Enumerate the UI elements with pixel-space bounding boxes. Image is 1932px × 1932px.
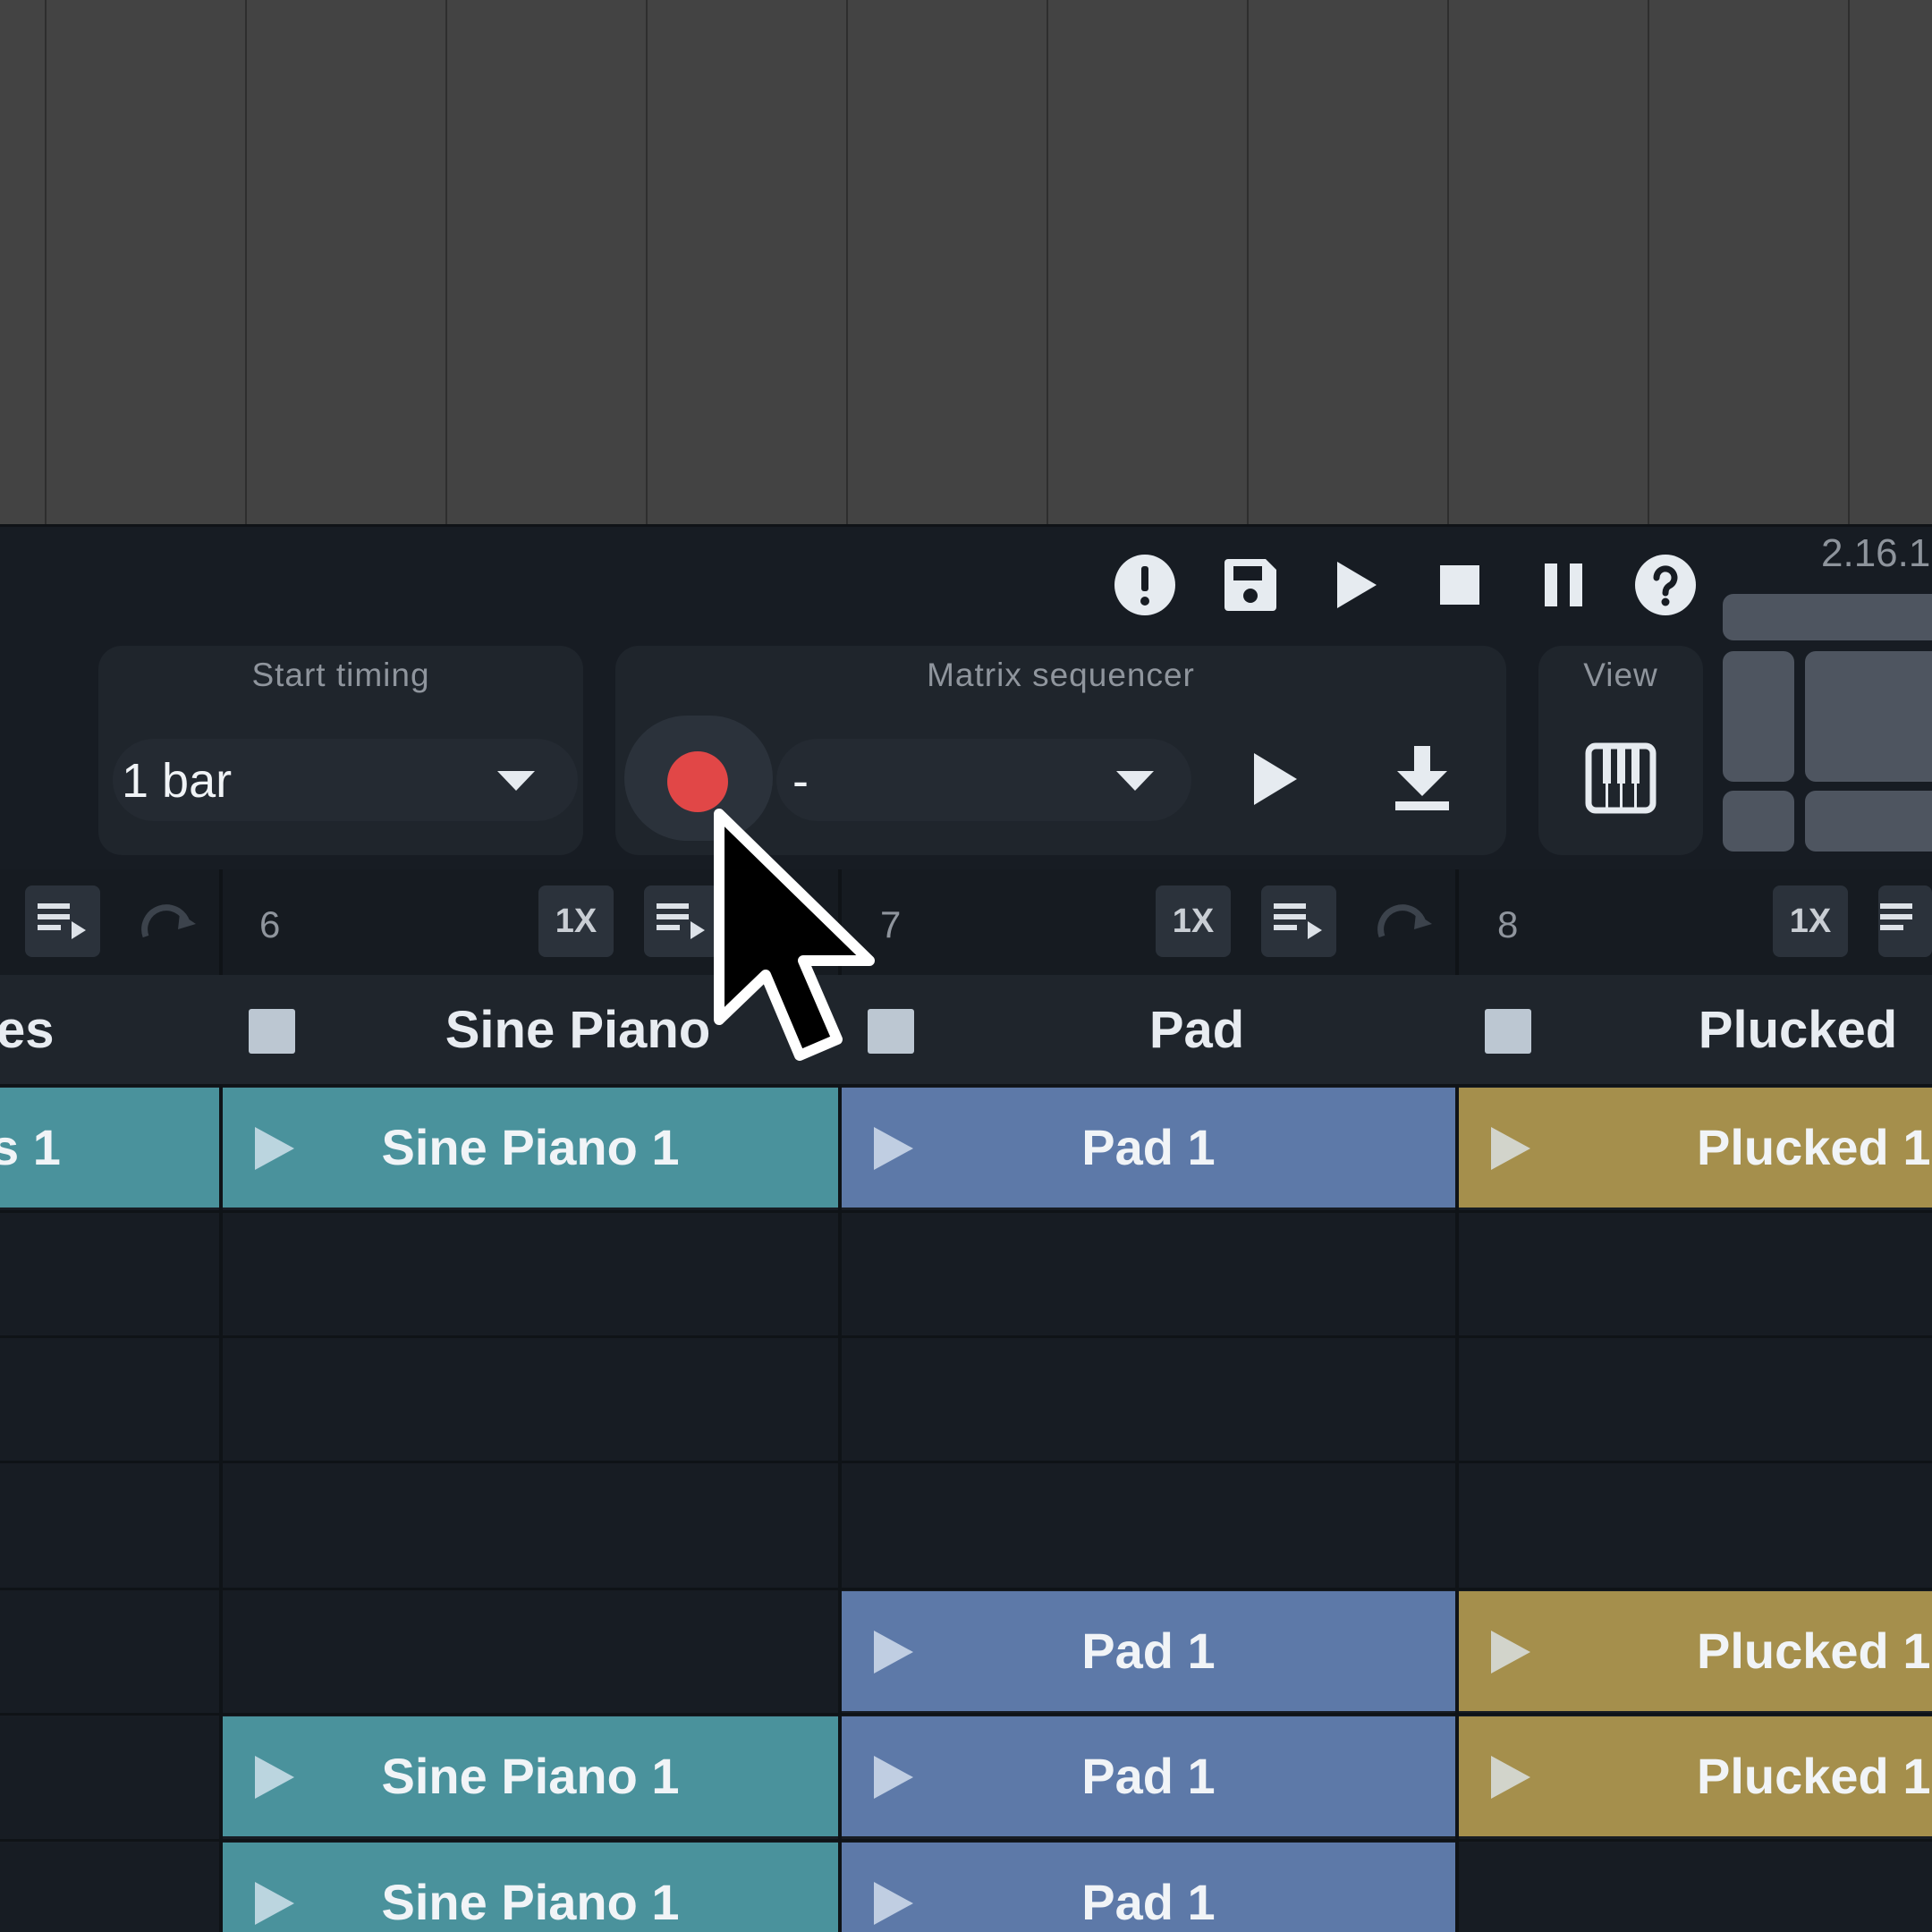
launch-quantize-button[interactable]: 1X [538,886,614,957]
timeline-gridline [646,0,648,524]
row-divider [0,1335,1932,1338]
track-name: es [0,1001,55,1059]
clip-play-icon[interactable] [1491,1127,1530,1170]
clip[interactable]: Pad 1 [842,1088,1455,1208]
channel-number: 8 [1497,903,1519,945]
launch-quantize-button[interactable]: 1X [1156,886,1231,957]
clip-label: Plucked 1 [1697,1623,1931,1679]
row-divider [0,1839,1932,1842]
queue-button[interactable] [25,886,100,957]
layout-button[interactable] [1723,791,1794,852]
play-icon[interactable] [1324,553,1388,617]
channel-header-strip [0,869,1932,975]
clip-label: Pad 1 [1081,1748,1216,1804]
save-icon[interactable] [1218,553,1283,617]
loop-icon[interactable] [1374,894,1436,953]
record-icon [667,751,728,812]
pause-icon[interactable] [1531,553,1596,617]
timeline-gridline [1046,0,1048,524]
alert-icon[interactable] [1113,553,1177,617]
clip[interactable]: Sine Piano 1 [223,1843,838,1932]
start-timing-value: 1 bar [122,754,233,808]
layout-button[interactable] [1723,594,1932,640]
start-timing-title: Start timing [251,657,430,693]
chevron-down-icon [1114,769,1156,797]
clip[interactable]: Pad 1 [842,1843,1455,1932]
version-label: 2.16.1 [1821,531,1931,575]
channel-number: 6 [259,903,281,945]
layout-button[interactable] [1723,651,1794,782]
clip[interactable]: s 1 [0,1088,219,1208]
track-name: Pad [1148,1001,1245,1059]
timeline-gridline [245,0,247,524]
clip[interactable]: Plucked 1 [1459,1088,1932,1208]
queue-button[interactable] [1878,886,1932,957]
clip-label: Pad 1 [1081,1623,1216,1679]
clip-play-icon[interactable] [1491,1631,1530,1674]
view-title: View [1583,657,1658,693]
clip[interactable]: Sine Piano 1 [223,1716,838,1836]
stop-icon[interactable] [1428,553,1492,617]
clip[interactable]: Pad 1 [842,1591,1455,1711]
clip-play-icon[interactable] [1491,1756,1530,1799]
layout-button[interactable] [1805,651,1932,782]
timeline-gridline [1648,0,1649,524]
clip-label: Plucked 1 [1697,1748,1931,1804]
queue-button[interactable] [1261,886,1336,957]
layout-button[interactable] [1805,791,1932,852]
mouse-cursor-icon [712,809,891,1072]
divider [0,524,1932,527]
clip[interactable]: Sine Piano 1 [223,1088,838,1208]
timeline-gridline [1447,0,1449,524]
matrix-sequencer-title: Matrix sequencer [927,657,1195,693]
chevron-down-icon [496,769,537,797]
row-divider [0,1210,1932,1213]
row-divider [0,1713,1932,1716]
timeline-gridline [445,0,447,524]
queue-button[interactable] [644,886,719,957]
clip[interactable]: Pad 1 [842,1716,1455,1836]
clip-label: Sine Piano 1 [381,1119,680,1175]
clip-label: s 1 [0,1119,61,1175]
clip-label: Pad 1 [1081,1119,1216,1175]
loop-icon[interactable] [138,894,200,953]
clip[interactable]: Plucked 1 [1459,1716,1932,1836]
sequence-value: - [792,754,809,808]
help-icon[interactable] [1633,553,1698,617]
clip-label: Sine Piano 1 [381,1874,680,1930]
timeline-gridline [846,0,848,524]
row-divider [0,1588,1932,1590]
clip-label: Sine Piano 1 [381,1748,680,1804]
timeline-gridline [1848,0,1850,524]
clip-label: Pad 1 [1081,1874,1216,1930]
row-divider [0,1461,1932,1463]
timeline-gridline [45,0,47,524]
row-divider [0,1084,1932,1087]
timeline-area [0,0,1932,524]
timeline-gridline [1247,0,1249,524]
clip-label: Plucked 1 [1697,1119,1931,1175]
launch-quantize-button[interactable]: 1X [1773,886,1848,957]
sequence-play-button[interactable] [1252,751,1299,811]
download-icon[interactable] [1392,744,1453,817]
piano-keyboard-icon[interactable] [1585,742,1657,818]
stop-track-button[interactable] [249,1009,295,1054]
track-name: Plucked [1698,1001,1898,1059]
clip[interactable]: Plucked 1 [1459,1591,1932,1711]
